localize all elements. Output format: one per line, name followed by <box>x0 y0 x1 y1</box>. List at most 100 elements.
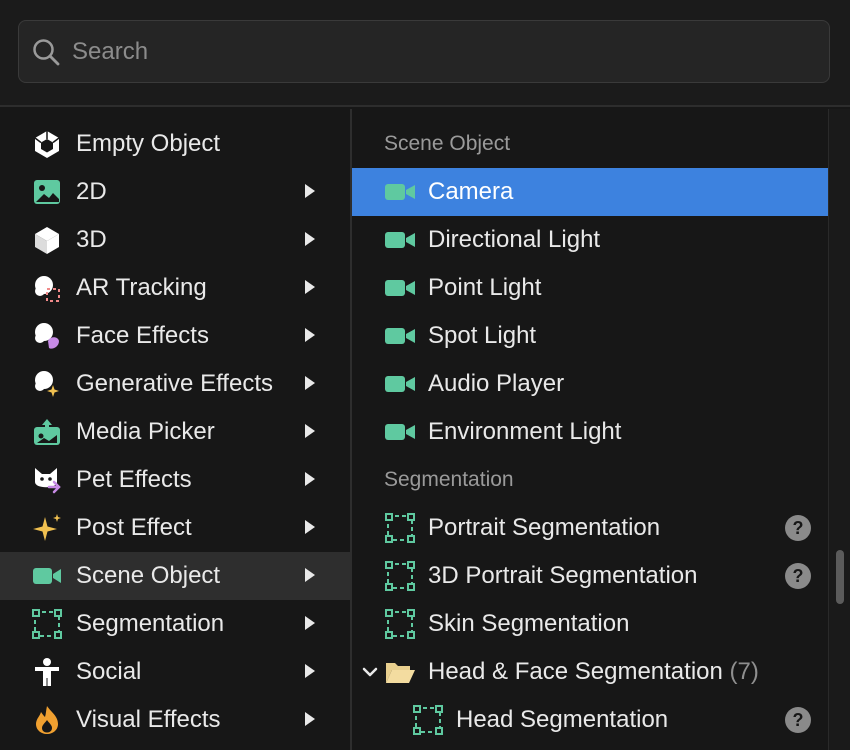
submenu-arrow-icon <box>305 232 315 246</box>
section-header-segmentation: Segmentation <box>352 456 828 504</box>
category-label: 2D <box>76 178 107 205</box>
submenu-item-label: Environment Light <box>428 418 622 445</box>
submenu-item-spot-light[interactable]: Spot Light <box>352 312 828 360</box>
scrollbar-thumb[interactable] <box>836 550 844 604</box>
category-label: Visual Effects <box>76 706 221 733</box>
submenu-item-point-light[interactable]: Point Light <box>352 264 828 312</box>
category-label: Social <box>76 658 142 685</box>
category-item-visual-effects[interactable]: Visual Effects <box>0 696 350 744</box>
submenu-item-directional-light[interactable]: Directional Light <box>352 216 828 264</box>
submenu-item-label: Directional Light <box>428 226 601 253</box>
submenu-item-label: Point Light <box>428 274 542 301</box>
category-item-face-effects[interactable]: Face Effects <box>0 312 350 360</box>
generative-effects-icon <box>35 371 59 397</box>
submenu-item-label: Spot Light <box>428 322 537 349</box>
submenu-arrow-icon <box>305 184 315 198</box>
cube-outline-icon <box>34 131 60 158</box>
segmentation-icon <box>385 513 415 543</box>
search-icon <box>33 39 60 66</box>
category-label: Scene Object <box>76 562 221 589</box>
submenu-item-3d-portrait-segmentation[interactable]: 3D Portrait Segmentation ? <box>352 552 828 600</box>
folder-label: Head & Face Segmentation <box>428 658 723 685</box>
category-item-2d[interactable]: 2D <box>0 168 350 216</box>
category-item-pet-effects[interactable]: Pet Effects <box>0 456 350 504</box>
face-effects-icon <box>35 323 59 349</box>
folder-open-icon <box>386 663 415 683</box>
category-item-social[interactable]: Social <box>0 648 350 696</box>
submenu-arrow-icon <box>305 376 315 390</box>
submenu-item-label: Camera <box>428 178 514 205</box>
category-label: Generative Effects <box>76 370 273 397</box>
submenu-arrow-icon <box>305 568 315 582</box>
sparkle-icon <box>33 514 61 541</box>
category-label: Face Effects <box>76 322 209 349</box>
submenu-item-portrait-segmentation[interactable]: Portrait Segmentation ? <box>352 504 828 552</box>
submenu-item-environment-light[interactable]: Environment Light <box>352 408 828 456</box>
category-item-3d[interactable]: 3D <box>0 216 350 264</box>
submenu-panel: Scene Object Camera Directional Light Po… <box>352 120 828 750</box>
folder-count: (7) <box>729 658 759 685</box>
person-icon <box>35 658 59 686</box>
category-item-segmentation[interactable]: Segmentation <box>0 600 350 648</box>
media-picker-icon <box>34 419 60 445</box>
submenu-item-label: 3D Portrait Segmentation <box>428 562 698 589</box>
segmentation-icon <box>385 609 415 639</box>
video-camera-icon <box>33 568 61 584</box>
image-icon <box>34 180 60 204</box>
submenu-arrow-icon <box>305 424 315 438</box>
submenu-arrow-icon <box>305 712 315 726</box>
section-header-scene-object: Scene Object <box>352 120 828 168</box>
segmentation-icon <box>32 609 62 639</box>
submenu-item-label: Head & Face Segmentation (7) <box>428 658 759 686</box>
ar-tracking-icon <box>35 276 60 302</box>
category-label: Empty Object <box>76 130 221 157</box>
segmentation-icon <box>413 705 443 735</box>
category-item-generative-effects[interactable]: Generative Effects <box>0 360 350 408</box>
submenu-item-head-segmentation[interactable]: Head Segmentation ? <box>352 696 828 744</box>
category-label: Media Picker <box>76 418 215 445</box>
submenu-arrow-icon <box>305 664 315 678</box>
submenu-arrow-icon <box>305 520 315 534</box>
flame-icon <box>36 706 58 734</box>
category-label: Pet Effects <box>76 466 192 493</box>
submenu-item-label: Head Segmentation <box>456 706 669 733</box>
pet-effects-icon <box>35 468 61 494</box>
category-label: 3D <box>76 226 107 253</box>
help-icon[interactable]: ? <box>785 563 811 589</box>
category-list: Empty Object 2D 3D AR Tracking Face Effe… <box>0 120 350 750</box>
submenu-item-label: Skin Segmentation <box>428 610 630 637</box>
section-header-label: Segmentation <box>384 468 514 491</box>
submenu-item-label: Audio Player <box>428 370 565 397</box>
submenu-arrow-icon <box>305 616 315 630</box>
category-item-media-picker[interactable]: Media Picker <box>0 408 350 456</box>
category-item-scene-object[interactable]: Scene Object <box>0 552 350 600</box>
category-item-ar-tracking[interactable]: AR Tracking <box>0 264 350 312</box>
search-bar-area <box>0 0 850 107</box>
video-camera-icon <box>385 376 415 392</box>
chevron-down-icon[interactable] <box>360 662 380 682</box>
submenu-arrow-icon <box>305 280 315 294</box>
video-camera-icon <box>385 328 415 344</box>
segmentation-icon <box>385 561 415 591</box>
submenu-item-audio-player[interactable]: Audio Player <box>352 360 828 408</box>
submenu-arrow-icon <box>305 472 315 486</box>
category-item-post-effect[interactable]: Post Effect <box>0 504 350 552</box>
category-label: AR Tracking <box>76 274 207 301</box>
submenu-item-camera[interactable]: Camera <box>352 168 828 216</box>
scrollbar-track[interactable] <box>828 109 850 750</box>
help-icon[interactable]: ? <box>785 515 811 541</box>
help-icon[interactable]: ? <box>785 707 811 733</box>
category-label: Segmentation <box>76 610 225 637</box>
cube-icon <box>35 227 59 254</box>
submenu-folder-head-face-segmentation[interactable]: Head & Face Segmentation (7) <box>352 648 828 696</box>
category-item-empty-object[interactable]: Empty Object <box>0 120 350 168</box>
submenu-arrow-icon <box>305 328 315 342</box>
category-label: Post Effect <box>76 514 192 541</box>
video-camera-icon <box>385 280 415 296</box>
submenu-item-skin-segmentation[interactable]: Skin Segmentation <box>352 600 828 648</box>
section-header-label: Scene Object <box>384 132 511 155</box>
search-input[interactable] <box>72 33 812 71</box>
video-camera-icon <box>385 184 415 200</box>
video-camera-icon <box>385 232 415 248</box>
search-box[interactable] <box>18 20 830 83</box>
